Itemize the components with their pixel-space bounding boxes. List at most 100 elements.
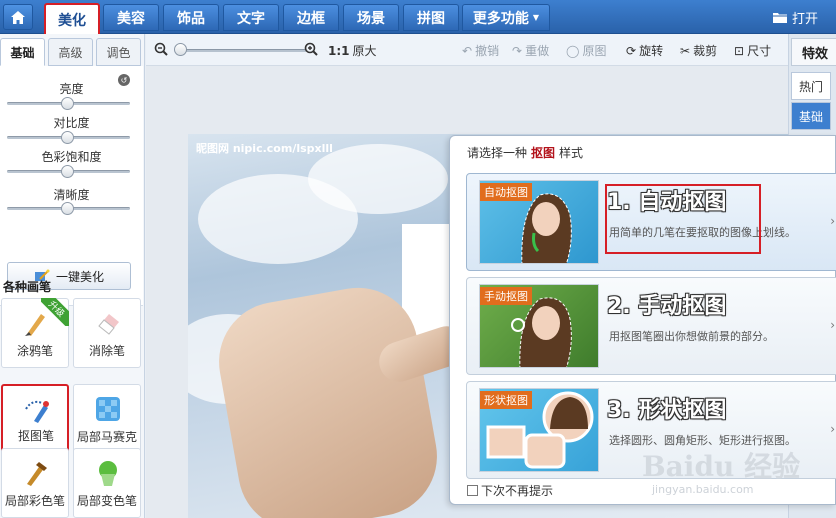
- crop-button[interactable]: ✂ 裁剪: [680, 42, 717, 59]
- dont-show-again-option[interactable]: 下次不再提示: [467, 482, 553, 499]
- scissors-icon: ✂: [680, 43, 691, 58]
- redo-button[interactable]: ↷ 重做: [512, 42, 549, 59]
- tab-more-features[interactable]: 更多功能 ▼: [462, 4, 550, 31]
- eraser-icon: [93, 308, 123, 338]
- actual-size-button[interactable]: 1:1 原大: [328, 42, 377, 59]
- dont-show-checkbox[interactable]: [467, 485, 478, 496]
- brightness-label: 亮度: [59, 82, 84, 96]
- home-icon: [11, 10, 25, 24]
- effects-title: 特效: [791, 38, 836, 66]
- adjust-tabs: 基础 高级 调色: [0, 38, 145, 66]
- manual-cutout-thumbnail: 手动抠图: [479, 284, 599, 368]
- original-label: 原图: [582, 44, 607, 58]
- original-image-button[interactable]: ◯ 原图: [566, 42, 606, 59]
- doodle-brush-tool[interactable]: 升级 涂鸦笔: [1, 298, 69, 368]
- rotate-label: 旋转: [639, 44, 664, 58]
- tab-advanced[interactable]: 高级: [48, 38, 93, 66]
- option-title: 2. 手动抠图: [607, 294, 727, 319]
- prompt-prefix: 请选择一种: [467, 146, 528, 160]
- tab-beauty[interactable]: 美容: [103, 4, 159, 31]
- resize-button[interactable]: ⊡ 尺寸: [734, 42, 771, 59]
- crop-label: 裁剪: [693, 44, 718, 58]
- eraser-brush-tool[interactable]: 消除笔: [73, 298, 141, 368]
- prompt-suffix: 样式: [559, 146, 584, 160]
- tab-label: 基础: [10, 45, 35, 60]
- resize-icon: ⊡: [734, 43, 745, 58]
- tab-scene[interactable]: 场景: [343, 4, 399, 31]
- tab-hot-effects[interactable]: 热门: [791, 72, 831, 100]
- tool-label: 消除笔: [88, 344, 125, 358]
- option-title: 3. 形状抠图: [607, 398, 727, 423]
- open-button[interactable]: 打开: [772, 8, 818, 27]
- redo-icon: ↷: [512, 43, 523, 58]
- tab-label: 边框: [297, 10, 325, 27]
- saturation-label: 色彩饱和度: [41, 150, 102, 164]
- zoom-out-icon[interactable]: [154, 42, 168, 56]
- image-watermark: 昵图网 nipic.com/lspxlll: [196, 142, 333, 155]
- baidu-jingyan-logo: Baidu 经验: [642, 450, 801, 483]
- local-recolor-brush-tool[interactable]: 局部变色笔: [73, 448, 141, 518]
- option-tag: 手动抠图: [480, 287, 532, 305]
- saturation-slider-knob[interactable]: [61, 165, 74, 178]
- tab-basic-effects[interactable]: 基础: [791, 102, 831, 130]
- upgrade-badge: 升级: [41, 298, 69, 326]
- baidu-jingyan-url: jingyan.baidu.com: [652, 483, 754, 496]
- edit-toolbar: 1:1 原大 ↶ 撤销 ↷ 重做 ◯ 原图 ⟳ 旋转 ✂ 裁剪 ⊡ 尺寸: [146, 34, 788, 66]
- tab-basic[interactable]: 基础: [0, 38, 45, 66]
- local-color-brush-tool[interactable]: 局部彩色笔: [1, 448, 69, 518]
- size-label: 尺寸: [747, 44, 772, 58]
- cutout-brush-tool[interactable]: 抠图笔: [1, 384, 69, 454]
- rotate-button[interactable]: ⟳ 旋转: [626, 42, 663, 59]
- local-mosaic-tool[interactable]: 局部马赛克: [73, 384, 141, 454]
- home-button[interactable]: [3, 4, 33, 30]
- tab-label: 美化: [58, 12, 86, 29]
- zoom-ratio-label: 1:1: [328, 43, 350, 58]
- dialog-prompt: 请选择一种 抠图 样式: [467, 144, 583, 161]
- color-brush-icon: [21, 458, 51, 488]
- tab-border[interactable]: 边框: [283, 4, 339, 31]
- prompt-emphasis: 抠图: [531, 146, 556, 160]
- tool-label: 抠图笔: [17, 429, 54, 443]
- chevron-right-icon: ›: [830, 214, 835, 228]
- tab-label: 更多功能: [472, 10, 529, 27]
- tab-collage[interactable]: 拼图: [403, 4, 459, 31]
- manual-cutout-option[interactable]: 手动抠图 2. 手动抠图 用抠图笔圈出你想做前景的部分。 ›: [466, 277, 836, 375]
- tab-text[interactable]: 文字: [223, 4, 279, 31]
- tab-beautify[interactable]: 美化: [44, 3, 100, 36]
- left-panel: 基础 高级 调色 ↺ 亮度 对比度 色彩饱和度 清晰度 一键美化 各种画笔 升级…: [0, 34, 145, 518]
- tab-label: 调色: [106, 45, 131, 60]
- beautify-label: 一键美化: [55, 269, 104, 284]
- brush-section-title: 各种画笔: [3, 280, 52, 294]
- brightness-slider-knob[interactable]: [61, 97, 74, 110]
- zoom-slider-track[interactable]: [176, 49, 306, 52]
- chevron-down-icon: ▼: [532, 13, 540, 22]
- tab-label: 拼图: [417, 10, 445, 27]
- tab-label: 美容: [117, 10, 145, 27]
- tab-color-tuning[interactable]: 调色: [96, 38, 141, 66]
- contrast-slider-knob[interactable]: [61, 131, 74, 144]
- tool-label: 涂鸦笔: [16, 344, 53, 358]
- rotate-icon: ⟳: [626, 43, 637, 58]
- shape-cutout-thumbnail: 形状抠图: [479, 388, 599, 472]
- sharpness-slider-knob[interactable]: [61, 202, 74, 215]
- original-image-icon: ◯: [566, 43, 580, 58]
- chevron-right-icon: ›: [830, 422, 835, 436]
- sharpness-label: 清晰度: [53, 188, 90, 202]
- redo-label: 重做: [525, 44, 550, 58]
- tab-accessories[interactable]: 饰品: [163, 4, 219, 31]
- contrast-label: 对比度: [53, 116, 90, 130]
- tab-label: 饰品: [177, 10, 205, 27]
- undo-icon: ↶: [462, 43, 473, 58]
- cutout-pen-icon: [22, 395, 52, 425]
- mosaic-icon: [93, 394, 123, 424]
- undo-label: 撤销: [475, 44, 500, 58]
- auto-cutout-thumbnail: 自动抠图: [479, 180, 599, 264]
- undo-button[interactable]: ↶ 撤销: [462, 42, 499, 59]
- zoom-slider-knob[interactable]: [174, 43, 187, 56]
- zoom-in-icon[interactable]: [304, 42, 318, 56]
- annotation-highlight-box: [605, 184, 761, 254]
- folder-icon: [773, 13, 787, 23]
- option-description: 用抠图笔圈出你想做前景的部分。: [609, 330, 774, 343]
- tab-label: 场景: [357, 10, 385, 27]
- recolor-bucket-icon: [93, 458, 123, 488]
